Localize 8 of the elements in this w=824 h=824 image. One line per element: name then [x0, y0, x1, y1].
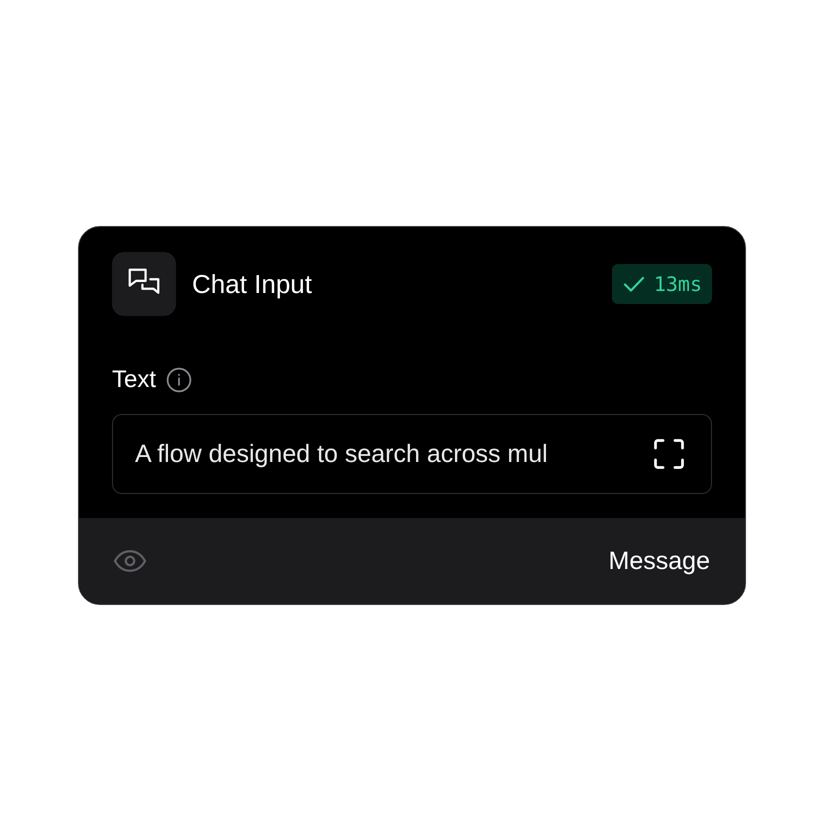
text-input-field[interactable]: A flow designed to search across mul	[112, 414, 712, 494]
status-badge: 13ms	[612, 264, 712, 304]
chat-bubbles-icon	[112, 252, 176, 316]
field-label: Text	[112, 366, 156, 394]
node-title: Chat Input	[192, 268, 313, 300]
info-icon	[166, 367, 192, 393]
expand-icon[interactable]	[651, 436, 687, 472]
output-label: Message	[608, 546, 710, 576]
